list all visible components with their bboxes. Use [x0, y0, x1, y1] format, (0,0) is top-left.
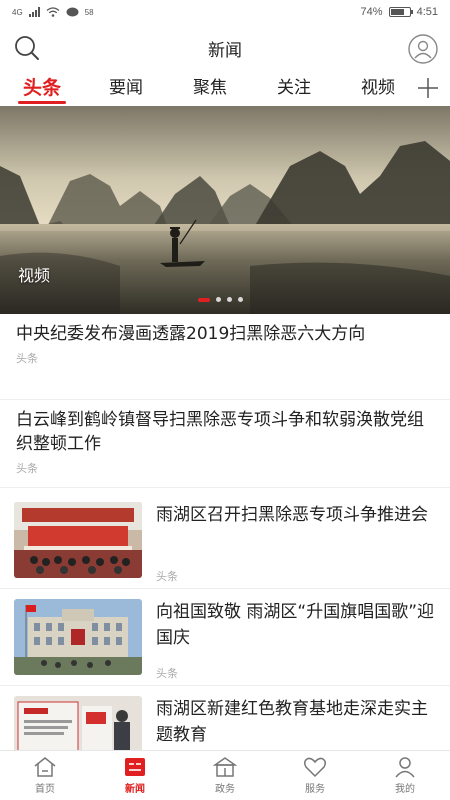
news-icon: [125, 758, 145, 776]
nav-service[interactable]: 服务: [270, 751, 360, 800]
battery-fill: [390, 9, 404, 15]
carousel-dot[interactable]: [238, 297, 243, 302]
notify-count: 58: [84, 7, 94, 17]
news-source: 头条: [16, 462, 38, 475]
carousel-indicator: [198, 297, 243, 302]
bottom-nav: 首页 新闻 政务 服务 我的: [0, 750, 450, 800]
heart-icon: [303, 757, 327, 778]
battery-icon: [388, 7, 413, 17]
news-source: 头条: [156, 667, 178, 680]
government-icon: [213, 757, 237, 777]
signal-icon: [28, 7, 40, 17]
nav-news[interactable]: 新闻: [90, 751, 180, 800]
page-title: 新闻: [208, 40, 242, 61]
nav-label: 服务: [305, 784, 325, 795]
person-icon: [395, 757, 415, 778]
news-headline: 中央纪委发布漫画透露2019扫黑除恶六大方向: [16, 324, 366, 344]
news-source: 头条: [156, 570, 178, 583]
tab-yaowen[interactable]: 要闻: [84, 72, 168, 106]
nav-home[interactable]: 首页: [0, 751, 90, 800]
news-headline: 雨湖区新建红色教育基地走深走实主题教育: [156, 699, 428, 745]
user-icon[interactable]: [408, 34, 438, 64]
news-thumbnail: [14, 599, 142, 675]
channel-tabs: 头条 要闻 聚焦 关注 视频: [0, 72, 450, 106]
wifi-icon: [46, 7, 60, 17]
nav-label: 新闻: [125, 784, 145, 795]
tab-guanzhu[interactable]: 关注: [252, 72, 336, 106]
clock: 4:51: [416, 6, 438, 18]
nav-label: 政务: [215, 784, 235, 795]
news-headline: 向祖国致敬 雨湖区“升国旗唱国歌”迎国庆: [156, 602, 435, 648]
hero-banner[interactable]: 视频: [0, 106, 450, 314]
battery-percent: 74%: [360, 6, 383, 18]
news-headline: 白云峰到鹤岭镇督导扫黑除恶专项斗争和软弱涣散党组织整顿工作: [16, 410, 424, 454]
hero-image: [0, 106, 450, 314]
news-item[interactable]: 向祖国致敬 雨湖区“升国旗唱国歌”迎国庆 头条: [0, 589, 450, 686]
home-icon: [34, 757, 56, 777]
news-source: 头条: [16, 352, 38, 365]
network-label: 4G: [12, 7, 23, 17]
carousel-dot[interactable]: [216, 297, 221, 302]
news-item[interactable]: 中央纪委发布漫画透露2019扫黑除恶六大方向 头条: [0, 314, 450, 400]
nav-profile[interactable]: 我的: [360, 751, 450, 800]
nav-government[interactable]: 政务: [180, 751, 270, 800]
carousel-dot[interactable]: [227, 297, 232, 302]
news-feed: 中央纪委发布漫画透露2019扫黑除恶六大方向 头条 白云峰到鹤岭镇督导扫黑除恶专…: [0, 314, 450, 783]
news-item[interactable]: 白云峰到鹤岭镇督导扫黑除恶专项斗争和软弱涣散党组织整顿工作 头条: [0, 400, 450, 488]
news-headline: 雨湖区召开扫黑除恶专项斗争推进会: [156, 505, 428, 525]
nav-label: 首页: [35, 784, 55, 795]
hero-label: 视频: [18, 266, 51, 285]
news-thumbnail: [14, 502, 142, 578]
nav-label: 我的: [395, 784, 415, 795]
top-bar: 新闻: [0, 24, 450, 72]
add-channel-icon[interactable]: [416, 76, 440, 100]
tab-toutiao[interactable]: 头条: [0, 72, 84, 106]
chat-icon: [66, 7, 79, 16]
tab-shipin[interactable]: 视频: [336, 72, 420, 106]
news-item[interactable]: 雨湖区召开扫黑除恶专项斗争推进会 头条: [0, 492, 450, 589]
search-icon[interactable]: [12, 34, 44, 62]
status-bar: 4G 58 74% 4:51: [0, 0, 450, 24]
tab-jujiao[interactable]: 聚焦: [168, 72, 252, 106]
carousel-dot[interactable]: [198, 297, 210, 302]
